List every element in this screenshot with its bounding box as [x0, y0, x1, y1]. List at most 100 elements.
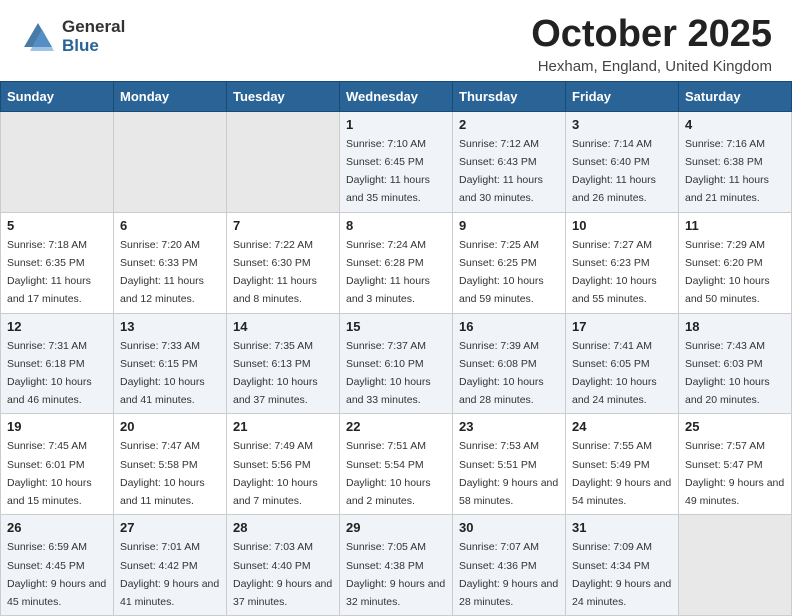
calendar-week-row: 19 Sunrise: 7:45 AM Sunset: 6:01 PM Dayl… [1, 414, 792, 515]
table-row: 15 Sunrise: 7:37 AM Sunset: 6:10 PM Dayl… [340, 313, 453, 414]
table-row: 17 Sunrise: 7:41 AM Sunset: 6:05 PM Dayl… [566, 313, 679, 414]
day-number: 9 [459, 218, 559, 233]
calendar: Sunday Monday Tuesday Wednesday Thursday… [0, 81, 792, 616]
table-row: 4 Sunrise: 7:16 AM Sunset: 6:38 PM Dayli… [679, 111, 792, 212]
day-number: 21 [233, 419, 333, 434]
table-row: 5 Sunrise: 7:18 AM Sunset: 6:35 PM Dayli… [1, 212, 114, 313]
day-info: Sunrise: 7:09 AM Sunset: 4:34 PM Dayligh… [572, 541, 671, 608]
day-number: 2 [459, 117, 559, 132]
day-number: 10 [572, 218, 672, 233]
day-number: 13 [120, 319, 220, 334]
table-row: 7 Sunrise: 7:22 AM Sunset: 6:30 PM Dayli… [227, 212, 340, 313]
day-info: Sunrise: 7:24 AM Sunset: 6:28 PM Dayligh… [346, 239, 430, 306]
day-info: Sunrise: 7:55 AM Sunset: 5:49 PM Dayligh… [572, 440, 671, 507]
header: General Blue October 2025 Hexham, Englan… [0, 0, 792, 81]
table-row: 26 Sunrise: 6:59 AM Sunset: 4:45 PM Dayl… [1, 515, 114, 616]
table-row: 16 Sunrise: 7:39 AM Sunset: 6:08 PM Dayl… [453, 313, 566, 414]
day-info: Sunrise: 7:39 AM Sunset: 6:08 PM Dayligh… [459, 340, 544, 407]
day-number: 19 [7, 419, 107, 434]
month-title: October 2025 [531, 14, 772, 56]
day-number: 4 [685, 117, 785, 132]
calendar-week-row: 1 Sunrise: 7:10 AM Sunset: 6:45 PM Dayli… [1, 111, 792, 212]
day-number: 28 [233, 520, 333, 535]
table-row: 29 Sunrise: 7:05 AM Sunset: 4:38 PM Dayl… [340, 515, 453, 616]
day-number: 3 [572, 117, 672, 132]
logo-icon [20, 19, 56, 55]
calendar-week-row: 26 Sunrise: 6:59 AM Sunset: 4:45 PM Dayl… [1, 515, 792, 616]
table-row: 22 Sunrise: 7:51 AM Sunset: 5:54 PM Dayl… [340, 414, 453, 515]
table-row: 11 Sunrise: 7:29 AM Sunset: 6:20 PM Dayl… [679, 212, 792, 313]
day-info: Sunrise: 7:43 AM Sunset: 6:03 PM Dayligh… [685, 340, 770, 407]
day-info: Sunrise: 7:35 AM Sunset: 6:13 PM Dayligh… [233, 340, 318, 407]
day-info: Sunrise: 7:33 AM Sunset: 6:15 PM Dayligh… [120, 340, 205, 407]
day-info: Sunrise: 6:59 AM Sunset: 4:45 PM Dayligh… [7, 541, 106, 608]
logo: General Blue [20, 18, 125, 55]
table-row [227, 111, 340, 212]
table-row: 1 Sunrise: 7:10 AM Sunset: 6:45 PM Dayli… [340, 111, 453, 212]
table-row: 8 Sunrise: 7:24 AM Sunset: 6:28 PM Dayli… [340, 212, 453, 313]
day-info: Sunrise: 7:20 AM Sunset: 6:33 PM Dayligh… [120, 239, 204, 306]
day-info: Sunrise: 7:14 AM Sunset: 6:40 PM Dayligh… [572, 138, 656, 205]
day-info: Sunrise: 7:31 AM Sunset: 6:18 PM Dayligh… [7, 340, 92, 407]
table-row: 21 Sunrise: 7:49 AM Sunset: 5:56 PM Dayl… [227, 414, 340, 515]
table-row: 6 Sunrise: 7:20 AM Sunset: 6:33 PM Dayli… [114, 212, 227, 313]
day-number: 16 [459, 319, 559, 334]
day-number: 12 [7, 319, 107, 334]
table-row: 14 Sunrise: 7:35 AM Sunset: 6:13 PM Dayl… [227, 313, 340, 414]
col-wednesday: Wednesday [340, 81, 453, 111]
day-info: Sunrise: 7:03 AM Sunset: 4:40 PM Dayligh… [233, 541, 332, 608]
day-info: Sunrise: 7:18 AM Sunset: 6:35 PM Dayligh… [7, 239, 91, 306]
table-row: 13 Sunrise: 7:33 AM Sunset: 6:15 PM Dayl… [114, 313, 227, 414]
day-info: Sunrise: 7:10 AM Sunset: 6:45 PM Dayligh… [346, 138, 430, 205]
col-saturday: Saturday [679, 81, 792, 111]
day-number: 25 [685, 419, 785, 434]
day-info: Sunrise: 7:16 AM Sunset: 6:38 PM Dayligh… [685, 138, 769, 205]
day-number: 6 [120, 218, 220, 233]
day-number: 24 [572, 419, 672, 434]
table-row: 30 Sunrise: 7:07 AM Sunset: 4:36 PM Dayl… [453, 515, 566, 616]
day-number: 22 [346, 419, 446, 434]
day-info: Sunrise: 7:25 AM Sunset: 6:25 PM Dayligh… [459, 239, 544, 306]
day-info: Sunrise: 7:12 AM Sunset: 6:43 PM Dayligh… [459, 138, 543, 205]
day-number: 17 [572, 319, 672, 334]
day-number: 26 [7, 520, 107, 535]
day-number: 14 [233, 319, 333, 334]
table-row: 12 Sunrise: 7:31 AM Sunset: 6:18 PM Dayl… [1, 313, 114, 414]
day-number: 5 [7, 218, 107, 233]
table-row: 27 Sunrise: 7:01 AM Sunset: 4:42 PM Dayl… [114, 515, 227, 616]
day-number: 23 [459, 419, 559, 434]
day-number: 1 [346, 117, 446, 132]
calendar-week-row: 12 Sunrise: 7:31 AM Sunset: 6:18 PM Dayl… [1, 313, 792, 414]
day-info: Sunrise: 7:27 AM Sunset: 6:23 PM Dayligh… [572, 239, 657, 306]
table-row: 19 Sunrise: 7:45 AM Sunset: 6:01 PM Dayl… [1, 414, 114, 515]
table-row: 2 Sunrise: 7:12 AM Sunset: 6:43 PM Dayli… [453, 111, 566, 212]
day-info: Sunrise: 7:53 AM Sunset: 5:51 PM Dayligh… [459, 440, 558, 507]
day-number: 15 [346, 319, 446, 334]
table-row: 31 Sunrise: 7:09 AM Sunset: 4:34 PM Dayl… [566, 515, 679, 616]
day-number: 7 [233, 218, 333, 233]
calendar-header-row: Sunday Monday Tuesday Wednesday Thursday… [1, 81, 792, 111]
table-row: 9 Sunrise: 7:25 AM Sunset: 6:25 PM Dayli… [453, 212, 566, 313]
day-number: 30 [459, 520, 559, 535]
day-info: Sunrise: 7:37 AM Sunset: 6:10 PM Dayligh… [346, 340, 431, 407]
location: Hexham, England, United Kingdom [531, 58, 772, 75]
day-info: Sunrise: 7:47 AM Sunset: 5:58 PM Dayligh… [120, 440, 205, 507]
title-block: October 2025 Hexham, England, United Kin… [531, 14, 772, 75]
logo-blue: Blue [62, 37, 125, 56]
table-row [114, 111, 227, 212]
day-info: Sunrise: 7:29 AM Sunset: 6:20 PM Dayligh… [685, 239, 770, 306]
table-row: 20 Sunrise: 7:47 AM Sunset: 5:58 PM Dayl… [114, 414, 227, 515]
table-row [679, 515, 792, 616]
col-friday: Friday [566, 81, 679, 111]
table-row: 10 Sunrise: 7:27 AM Sunset: 6:23 PM Dayl… [566, 212, 679, 313]
day-info: Sunrise: 7:49 AM Sunset: 5:56 PM Dayligh… [233, 440, 318, 507]
col-tuesday: Tuesday [227, 81, 340, 111]
table-row: 23 Sunrise: 7:53 AM Sunset: 5:51 PM Dayl… [453, 414, 566, 515]
table-row [1, 111, 114, 212]
logo-general: General [62, 18, 125, 37]
day-number: 20 [120, 419, 220, 434]
table-row: 24 Sunrise: 7:55 AM Sunset: 5:49 PM Dayl… [566, 414, 679, 515]
table-row: 28 Sunrise: 7:03 AM Sunset: 4:40 PM Dayl… [227, 515, 340, 616]
day-number: 8 [346, 218, 446, 233]
table-row: 25 Sunrise: 7:57 AM Sunset: 5:47 PM Dayl… [679, 414, 792, 515]
